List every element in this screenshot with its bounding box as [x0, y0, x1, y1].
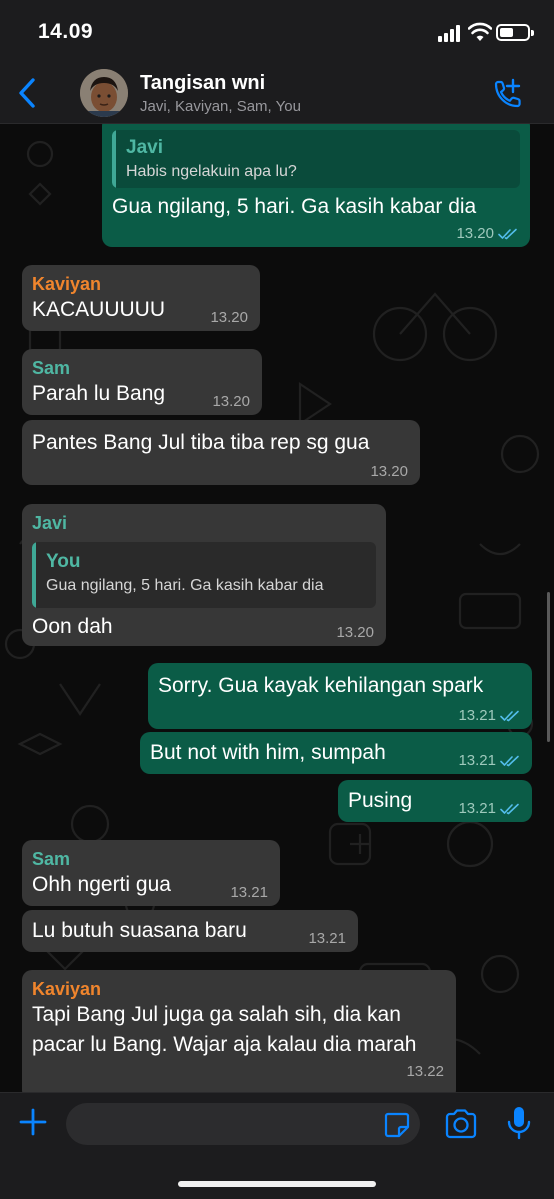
- message-text: Sorry. Gua kayak kehilangan spark: [158, 674, 484, 697]
- chat-header: Tangisan wni Javi, Kaviyan, Sam, You: [0, 62, 554, 124]
- message-meta: 13.20: [336, 624, 374, 641]
- message-sender: Kaviyan: [32, 979, 102, 999]
- home-indicator[interactable]: [178, 1181, 376, 1187]
- quoted-message[interactable]: Javi Habis ngelakuin apa lu?: [112, 130, 520, 188]
- message-meta: 13.20: [212, 393, 250, 410]
- message-text: Pantes Bang Jul tiba tiba rep sg gua: [32, 431, 370, 454]
- message-sender: Javi: [32, 513, 68, 533]
- message-bubble-outgoing[interactable]: Pusing 13.21: [338, 780, 532, 822]
- group-avatar[interactable]: [80, 69, 128, 117]
- message-bubble-outgoing[interactable]: Sorry. Gua kayak kehilangan spark 13.21: [148, 663, 532, 729]
- quoted-text: Habis ngelakuin apa lu?: [126, 163, 297, 180]
- read-receipt-icon: [498, 228, 517, 239]
- message-time: 13.22: [406, 1063, 444, 1080]
- message-meta: 13.21: [458, 707, 520, 724]
- message-sender: Sam: [32, 358, 71, 378]
- message-meta: 13.20: [456, 225, 518, 242]
- message-time: 13.21: [458, 752, 496, 769]
- message-time: 13.20: [370, 463, 408, 480]
- message-list[interactable]: Javi Habis ngelakuin apa lu? Gua ngilang…: [0, 124, 554, 1092]
- message-sender: Kaviyan: [32, 274, 102, 294]
- message-text: Oon dah: [32, 615, 113, 638]
- message-meta: 13.21: [230, 884, 268, 901]
- message-meta: 13.20: [370, 463, 408, 480]
- scrollbar[interactable]: [547, 592, 550, 742]
- message-time: 13.20: [212, 393, 250, 410]
- message-bubble-incoming[interactable]: Pantes Bang Jul tiba tiba rep sg gua 13.…: [22, 420, 420, 485]
- read-receipt-icon: [500, 710, 519, 721]
- quoted-text: Gua ngilang, 5 hari. Ga kasih kabar dia: [46, 577, 324, 594]
- quoted-sender: You: [46, 551, 81, 572]
- sticker-icon[interactable]: [384, 1112, 410, 1138]
- message-input[interactable]: [66, 1103, 420, 1145]
- message-time: 13.20: [336, 624, 374, 641]
- message-bubble-incoming[interactable]: Javi You Gua ngilang, 5 hari. Ga kasih k…: [22, 504, 386, 646]
- message-bubble-incoming[interactable]: Lu butuh suasana baru 13.21: [22, 910, 358, 952]
- message-meta: 13.20: [210, 309, 248, 326]
- message-text: Tapi Bang Jul juga ga salah sih, dia kan…: [32, 1003, 417, 1056]
- group-members[interactable]: Javi, Kaviyan, Sam, You: [140, 98, 301, 115]
- message-time: 13.21: [458, 800, 496, 817]
- message-bubble-incoming[interactable]: Kaviyan Tapi Bang Jul juga ga salah sih,…: [22, 970, 456, 1092]
- wifi-icon: [468, 22, 492, 41]
- read-receipt-icon: [500, 803, 519, 814]
- message-bubble-incoming[interactable]: Sam Parah lu Bang 13.20: [22, 349, 262, 415]
- message-meta: 13.21: [458, 752, 520, 769]
- microphone-icon[interactable]: [506, 1105, 532, 1141]
- composer-bar: [0, 1092, 554, 1199]
- back-chevron-icon[interactable]: [14, 76, 40, 110]
- read-receipt-icon: [500, 755, 519, 766]
- message-meta: 13.21: [308, 930, 346, 947]
- message-meta: 13.22: [406, 1063, 444, 1080]
- message-time: 13.21: [230, 884, 268, 901]
- message-sender: Sam: [32, 849, 71, 869]
- message-time: 13.21: [458, 707, 496, 724]
- add-call-icon[interactable]: [490, 78, 524, 110]
- message-bubble-outgoing[interactable]: Javi Habis ngelakuin apa lu? Gua ngilang…: [102, 124, 530, 247]
- quoted-message[interactable]: You Gua ngilang, 5 hari. Ga kasih kabar …: [32, 542, 376, 608]
- message-meta: 13.21: [458, 800, 520, 817]
- status-bar: 14.09: [0, 0, 554, 62]
- message-time: 13.21: [308, 930, 346, 947]
- message-time: 13.20: [456, 225, 494, 242]
- cellular-signal-icon: [438, 24, 464, 42]
- camera-icon[interactable]: [444, 1109, 478, 1139]
- message-text: Gua ngilang, 5 hari. Ga kasih kabar dia: [112, 195, 477, 218]
- battery-icon: [496, 24, 534, 41]
- plus-icon[interactable]: [18, 1107, 48, 1137]
- message-bubble-incoming[interactable]: Sam Ohh ngerti gua 13.21: [22, 840, 280, 906]
- message-bubble-outgoing[interactable]: But not with him, sumpah 13.21: [140, 732, 532, 774]
- message-bubble-incoming[interactable]: Kaviyan KACAUUUUU 13.20: [22, 265, 260, 331]
- message-time: 13.20: [210, 309, 248, 326]
- status-time: 14.09: [38, 20, 94, 43]
- message-text: Lu butuh suasana baru: [32, 919, 247, 942]
- quoted-sender: Javi: [126, 137, 163, 158]
- group-name[interactable]: Tangisan wni: [140, 72, 265, 95]
